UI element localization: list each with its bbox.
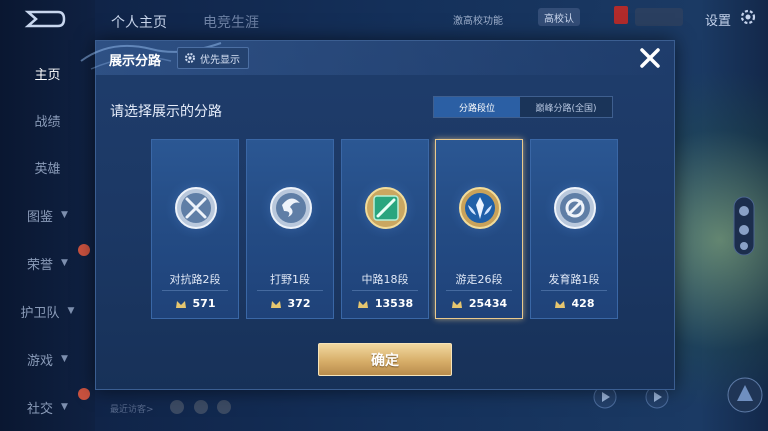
lane-score: 372 bbox=[247, 297, 333, 310]
tab-profile[interactable]: 个人主页 bbox=[111, 12, 167, 32]
chevron-down-icon: ▼ bbox=[61, 210, 68, 220]
lane-card-jungle[interactable]: 打野1段 372 bbox=[246, 139, 334, 319]
avatar[interactable] bbox=[170, 400, 184, 414]
chevron-down-icon: ▼ bbox=[61, 402, 68, 412]
divider bbox=[162, 290, 228, 291]
priority-display-button[interactable]: 优先显示 bbox=[177, 47, 249, 69]
farm-lane-icon bbox=[554, 187, 596, 229]
sidebar-item-label: 英雄 bbox=[34, 161, 61, 177]
lane-rank-label: 发育路1段 bbox=[548, 273, 600, 286]
sidebar-item-hero[interactable]: 英雄 bbox=[0, 152, 95, 182]
sidebar-item-label: 主页 bbox=[34, 67, 61, 83]
campus-auth-pill[interactable]: 高校认 bbox=[538, 8, 580, 26]
settings-gear-icon[interactable] bbox=[738, 7, 758, 27]
lane-display-modal: 展示分路 优先显示 请选择展示的分路 分路段位 巅峰分路(全国) 对抗路2段 5… bbox=[80, 40, 675, 390]
lane-card-roam[interactable]: 游走26段 25434 bbox=[435, 139, 523, 319]
close-icon[interactable] bbox=[638, 46, 662, 70]
notification-dot bbox=[78, 244, 90, 256]
lane-mode-toggle: 分路段位 巅峰分路(全国) bbox=[433, 96, 613, 118]
lane-rank-label: 对抗路2段 bbox=[169, 273, 221, 286]
lane-score-value: 571 bbox=[192, 297, 216, 310]
tab-lane-rank[interactable]: 分路段位 bbox=[434, 97, 520, 117]
roam-wing-icon bbox=[459, 187, 501, 229]
campus-feature-link[interactable]: 激高校功能 bbox=[453, 12, 503, 27]
avatar[interactable] bbox=[217, 400, 231, 414]
lane-rank-label: 游走26段 bbox=[455, 273, 503, 286]
settings-link[interactable]: 设置 bbox=[705, 10, 731, 29]
mid-lane-icon bbox=[365, 187, 407, 229]
lane-score-value: 372 bbox=[287, 297, 311, 310]
recent-visitors-label[interactable]: 最近访客> bbox=[110, 402, 154, 415]
lane-card-top[interactable]: 对抗路2段 571 bbox=[151, 139, 239, 319]
score-crown-icon bbox=[554, 300, 565, 308]
back-logo-icon[interactable] bbox=[22, 8, 66, 30]
lane-card-farm[interactable]: 发育路1段 428 bbox=[530, 139, 618, 319]
divider bbox=[541, 290, 607, 291]
chevron-down-icon: ▼ bbox=[61, 258, 68, 268]
sidebar-item-guard[interactable]: 护卫队 ▼ bbox=[0, 296, 95, 326]
lane-score-value: 428 bbox=[571, 297, 595, 310]
jungle-swirl-icon bbox=[270, 187, 312, 229]
sidebar-item-codex[interactable]: 图鉴 ▼ bbox=[0, 200, 95, 230]
sidebar-item-label: 战绩 bbox=[34, 114, 61, 130]
lane-score: 571 bbox=[152, 297, 238, 310]
sidebar-item-label: 图鉴 bbox=[27, 209, 54, 225]
notification-dot bbox=[78, 388, 90, 400]
sidebar-item-label: 游戏 bbox=[27, 353, 54, 369]
score-crown-icon bbox=[451, 300, 462, 308]
sword-clash-icon bbox=[175, 187, 217, 229]
priority-display-label: 优先显示 bbox=[200, 54, 240, 66]
lane-card-mid[interactable]: 中路18段 13538 bbox=[341, 139, 429, 319]
vip-badge bbox=[614, 6, 628, 24]
sidebar-item-game[interactable]: 游戏 ▼ bbox=[0, 344, 95, 374]
top-bar: 个人主页 电竞生涯 激高校功能 高校认 设置 bbox=[95, 0, 768, 36]
divider bbox=[257, 290, 323, 291]
sidebar-item-label: 社交 bbox=[27, 401, 54, 417]
chevron-down-icon: ▼ bbox=[61, 354, 68, 364]
sidebar-item-record[interactable]: 战绩 bbox=[0, 105, 95, 135]
lane-score: 13538 bbox=[342, 297, 428, 310]
lane-rank-label: 打野1段 bbox=[270, 273, 310, 286]
score-crown-icon bbox=[175, 300, 186, 308]
lane-score-value: 25434 bbox=[468, 297, 508, 310]
info-pill bbox=[635, 8, 683, 26]
modal-subtitle: 请选择展示的分路 bbox=[110, 104, 222, 120]
sidebar-item-label: 荣誉 bbox=[27, 257, 54, 273]
lane-rank-label: 中路18段 bbox=[361, 273, 409, 286]
tab-esports[interactable]: 电竞生涯 bbox=[203, 12, 259, 32]
score-crown-icon bbox=[270, 300, 281, 308]
chevron-down-icon: ▼ bbox=[67, 306, 75, 316]
confirm-button[interactable]: 确定 bbox=[318, 343, 452, 376]
divider bbox=[446, 290, 512, 291]
lane-score: 25434 bbox=[436, 297, 522, 310]
tab-peak-lane[interactable]: 巅峰分路(全国) bbox=[520, 97, 612, 117]
modal-title: 展示分路 bbox=[109, 54, 162, 69]
score-crown-icon bbox=[357, 300, 368, 308]
side-tool-icon[interactable] bbox=[733, 196, 755, 256]
lane-score-value: 13538 bbox=[374, 297, 414, 310]
avatar[interactable] bbox=[194, 400, 208, 414]
divider bbox=[352, 290, 418, 291]
lane-score: 428 bbox=[531, 297, 617, 310]
skin-icon[interactable] bbox=[725, 375, 765, 415]
gear-icon bbox=[185, 53, 195, 63]
sidebar-item-label: 护卫队 bbox=[20, 305, 60, 321]
